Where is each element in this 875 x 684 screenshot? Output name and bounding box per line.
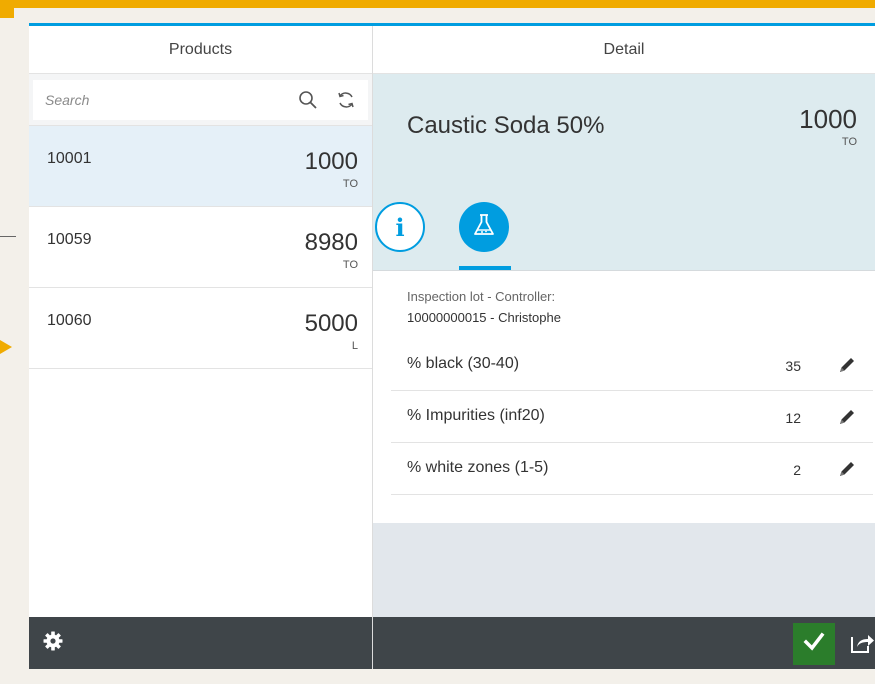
controller-value: 10000000015 - Christophe — [407, 310, 561, 325]
master-header: Products — [29, 26, 372, 74]
criteria-label: % black (30-40) — [407, 355, 520, 372]
detail-header: Detail — [373, 26, 875, 74]
detail-title: Detail — [603, 40, 645, 58]
flask-icon — [471, 212, 497, 243]
decorative-line — [0, 236, 16, 237]
tab-lab[interactable] — [459, 202, 509, 252]
criteria-row: % black (30-40) 35 — [391, 339, 873, 391]
object-title: Caustic Soda 50% — [407, 112, 605, 139]
tab-info[interactable]: i — [375, 202, 425, 252]
search-field — [33, 80, 368, 120]
controller-label: Inspection lot - Controller: — [407, 289, 556, 304]
list-item[interactable]: 10060 5000 L — [29, 288, 372, 369]
list-item-number: 8980 — [304, 229, 358, 256]
criteria-row: % Impurities (inf20) 12 — [391, 391, 873, 443]
criteria-label: % white zones (1-5) — [407, 459, 549, 476]
list-item-number: 1000 — [304, 148, 358, 175]
detail-pane: Detail Caustic Soda 50% 1000 TO i Inspec… — [373, 26, 875, 669]
gear-icon[interactable] — [43, 631, 63, 656]
app-window: Products Search 10001 1000 TO 10059 8980… — [29, 23, 875, 669]
list-item-unit: L — [351, 340, 358, 352]
pencil-icon[interactable] — [835, 405, 859, 429]
criteria-value: 2 — [793, 462, 801, 478]
refresh-icon[interactable] — [336, 90, 356, 110]
master-pane: Products Search 10001 1000 TO 10059 8980… — [29, 26, 373, 669]
search-bar — [29, 74, 372, 126]
detail-footer — [373, 617, 875, 669]
list-item[interactable]: 10059 8980 TO — [29, 207, 372, 288]
criteria-list: % black (30-40) 35 % Impurities (inf20) … — [373, 339, 875, 495]
search-input[interactable] — [45, 92, 298, 108]
search-icon[interactable] — [298, 90, 318, 110]
accept-button[interactable] — [793, 623, 835, 665]
list-item-id: 10001 — [47, 150, 92, 167]
list-item-unit: TO — [342, 259, 358, 271]
list-item-number: 5000 — [304, 310, 358, 337]
checkmark-icon — [802, 630, 826, 659]
list-item-id: 10060 — [47, 312, 92, 329]
criteria-value: 12 — [785, 410, 801, 426]
list-item[interactable]: 10001 1000 TO — [29, 126, 372, 207]
criteria-row: % white zones (1-5) 2 — [391, 443, 873, 495]
criteria-value: 35 — [785, 358, 801, 374]
selected-tab-indicator — [459, 266, 511, 270]
criteria-label: % Impurities (inf20) — [407, 407, 545, 424]
object-unit: TO — [841, 136, 857, 148]
object-number: 1000 — [799, 104, 857, 134]
outer-frame-left — [0, 0, 14, 18]
list-item-id: 10059 — [47, 231, 92, 248]
outer-frame-top — [0, 0, 875, 8]
decorative-arrow — [0, 340, 12, 354]
master-title: Products — [168, 40, 233, 58]
master-footer — [29, 617, 372, 669]
share-icon[interactable] — [849, 631, 875, 655]
list-item-unit: TO — [342, 178, 358, 190]
tab-content: Inspection lot - Controller: 10000000015… — [373, 270, 875, 523]
pencil-icon[interactable] — [835, 353, 859, 377]
info-icon: i — [395, 212, 405, 242]
object-header: Caustic Soda 50% 1000 TO i — [373, 74, 875, 270]
pencil-icon[interactable] — [835, 457, 859, 481]
